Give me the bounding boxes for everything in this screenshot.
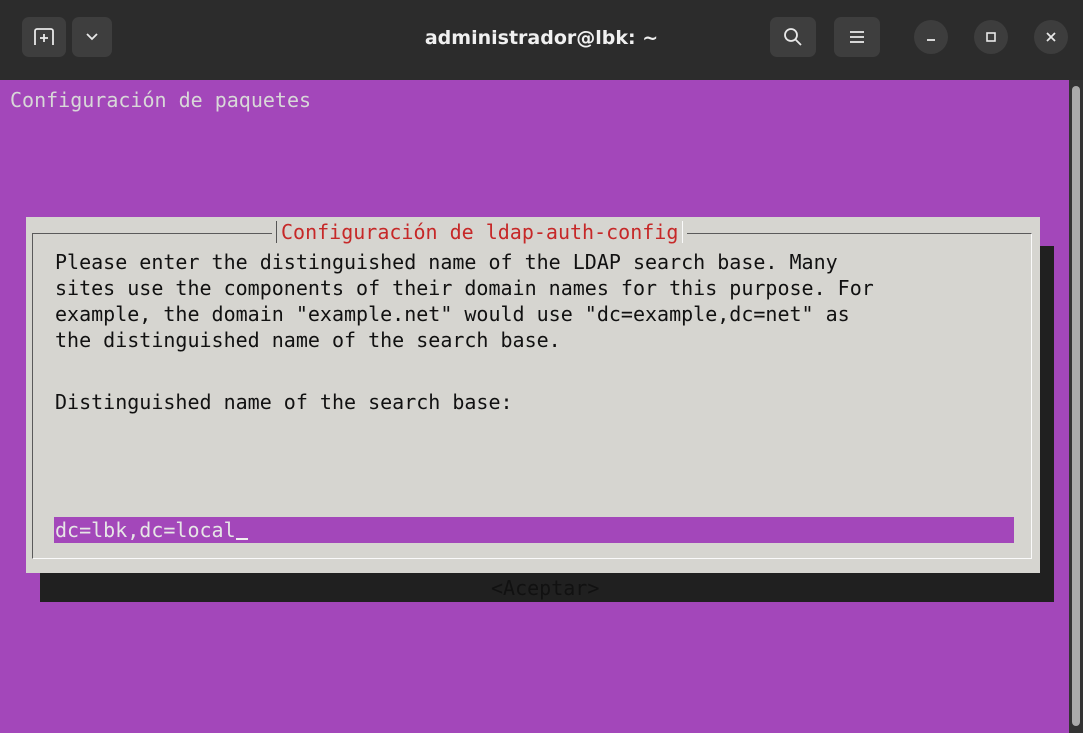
title-left-tick	[276, 221, 277, 243]
text-cursor	[235, 538, 248, 540]
hamburger-menu-icon	[850, 31, 864, 43]
search-base-input[interactable]: dc=lbk,dc=local	[54, 517, 1014, 543]
close-button[interactable]	[1034, 20, 1068, 54]
terminal-area[interactable]: Configuración de paquetes Configuración …	[0, 80, 1069, 733]
maximize-icon	[986, 32, 996, 42]
accept-button[interactable]: <Aceptar>	[491, 575, 599, 601]
input-prompt: Distinguished name of the search base:	[55, 390, 513, 414]
ldap-config-dialog: Configuración de ldap-auth-config Please…	[26, 217, 1040, 600]
maximize-button[interactable]	[974, 20, 1008, 54]
terminal-window: administrador@lbk: ~ Configuración de pa…	[0, 0, 1083, 733]
title-bar: administrador@lbk: ~	[0, 0, 1083, 80]
scrollbar-thumb[interactable]	[1072, 86, 1080, 726]
dialog-title-bar: Configuración de ldap-auth-config	[272, 219, 688, 245]
minimize-icon	[927, 39, 935, 41]
dialog-title: Configuración de ldap-auth-config	[281, 220, 679, 244]
dialog-description: Please enter the distinguished name of t…	[55, 250, 874, 352]
search-icon	[784, 28, 802, 46]
close-icon	[1046, 32, 1056, 42]
input-value: dc=lbk,dc=local	[55, 518, 236, 542]
title-right-tick	[682, 221, 684, 243]
package-config-header: Configuración de paquetes	[10, 88, 312, 112]
menu-button[interactable]	[834, 17, 880, 57]
minimize-button[interactable]	[914, 20, 948, 54]
search-button[interactable]	[770, 17, 816, 57]
